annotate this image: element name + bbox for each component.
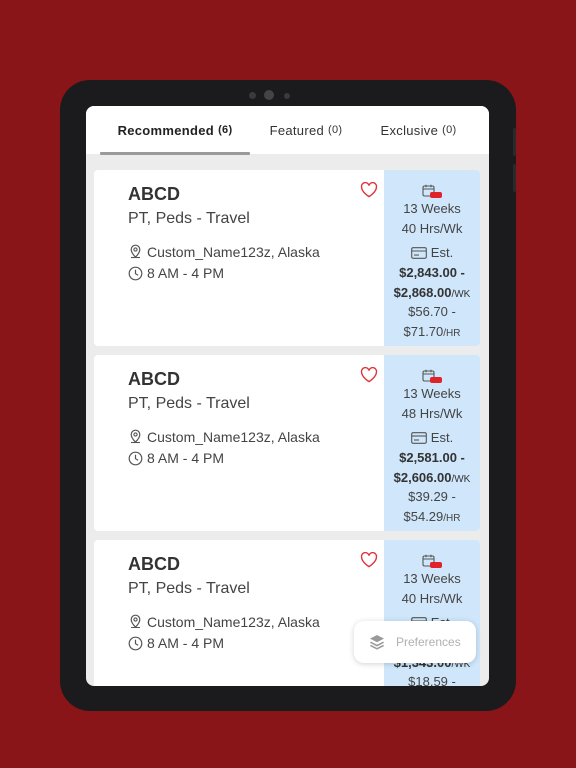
weekly-unit: /WK (451, 289, 471, 300)
preferences-button[interactable]: Preferences (354, 621, 476, 663)
hourly-pay-low: $56.70 - (408, 304, 456, 319)
job-title: ABCD (128, 369, 180, 389)
tab-count: (0) (328, 124, 343, 136)
contract-weeks: 13 Weeks (403, 386, 461, 401)
contract-hours: 48 Hrs/Wk (401, 406, 463, 421)
hourly-unit: /HR (443, 328, 461, 339)
contract-weeks: 13 Weeks (403, 201, 461, 216)
job-subtitle: PT, Peds - Travel (128, 395, 250, 412)
location-pin-icon (130, 614, 141, 629)
job-shift: 8 AM - 4 PM (128, 635, 224, 651)
job-shift: 8 AM - 4 PM (128, 450, 224, 466)
tab-label: Featured (269, 122, 325, 138)
heart-outline-icon[interactable] (360, 182, 378, 198)
job-details: ABCD PT, Peds - Travel Custom_Name123z, … (94, 540, 384, 686)
hourly-unit: /HR (443, 513, 461, 524)
contract-hours: 40 Hrs/Wk (401, 221, 463, 236)
heart-outline-icon[interactable] (360, 367, 378, 383)
job-card[interactable]: ABCD PT, Peds - Travel Custom_Name123z, … (94, 540, 480, 686)
active-tab-indicator (100, 152, 250, 155)
tab-count: (6) (218, 124, 233, 136)
job-title: ABCD (128, 184, 180, 204)
weekly-pay-high-value: $2,868.00 (393, 285, 452, 300)
pay-panel: 13 Weeks 40 Hrs/Wk Est. $1,343.00/WK $18… (384, 540, 480, 686)
weekly-unit: /WK (451, 474, 471, 485)
hourly-pay-low: $18.59 - (408, 674, 456, 686)
sensor-dot (284, 93, 290, 99)
preferences-label: Preferences (396, 635, 461, 649)
calendar-start-icon (422, 369, 442, 383)
job-location: Custom_Name123z, Alaska (128, 244, 320, 260)
hourly-pay-low: $39.29 - (408, 489, 456, 504)
job-card[interactable]: ABCD PT, Peds - Travel Custom_Name123z, … (94, 355, 480, 531)
tab-label: Exclusive (380, 122, 439, 138)
clock-icon (128, 451, 143, 465)
job-details: ABCD PT, Peds - Travel Custom_Name123z, … (94, 355, 384, 531)
contract-weeks: 13 Weeks (403, 571, 461, 586)
location-text: Custom_Name123z, Alaska (147, 429, 320, 445)
hourly-pay-high-value: $71.70 (403, 324, 444, 339)
app-screen: Recommended (6) Featured (0) Exclusive (… (86, 106, 489, 686)
location-pin-icon (130, 429, 141, 444)
clock-icon (128, 266, 143, 280)
camera-dot (249, 92, 256, 99)
shift-text: 8 AM - 4 PM (147, 450, 225, 466)
estimate-label: Est. (384, 430, 480, 445)
pay-panel: 13 Weeks 40 Hrs/Wk Est. $2,843.00 - $2,8… (384, 170, 480, 346)
location-text: Custom_Name123z, Alaska (147, 244, 320, 260)
calendar-start-icon (422, 184, 442, 198)
contract-hours: 40 Hrs/Wk (401, 591, 463, 606)
tab-label: Recommended (117, 122, 215, 138)
weekly-pay-low: $2,581.00 - (399, 450, 465, 465)
shift-text: 8 AM - 4 PM (147, 635, 225, 651)
heart-outline-icon[interactable] (360, 552, 378, 568)
est-text: Est. (430, 245, 454, 260)
job-location: Custom_Name123z, Alaska (128, 429, 320, 445)
weekly-pay-high: $2,868.00/WK (384, 285, 480, 300)
job-card[interactable]: ABCD PT, Peds - Travel Custom_Name123z, … (94, 170, 480, 346)
job-subtitle: PT, Peds - Travel (128, 580, 250, 597)
job-location: Custom_Name123z, Alaska (128, 614, 320, 630)
tab-count: (0) (442, 124, 457, 136)
shift-text: 8 AM - 4 PM (147, 265, 225, 281)
location-text: Custom_Name123z, Alaska (147, 614, 320, 630)
volume-button (513, 128, 516, 156)
job-details: ABCD PT, Peds - Travel Custom_Name123z, … (94, 170, 384, 346)
job-title: ABCD (128, 554, 180, 574)
est-text: Est. (430, 430, 454, 445)
job-subtitle: PT, Peds - Travel (128, 210, 250, 227)
layers-icon (370, 635, 384, 650)
estimate-label: Est. (384, 245, 480, 260)
money-card-icon (410, 247, 427, 259)
volume-button (513, 164, 516, 192)
location-pin-icon (130, 244, 141, 259)
job-shift: 8 AM - 4 PM (128, 265, 224, 281)
pay-panel: 13 Weeks 48 Hrs/Wk Est. $2,581.00 - $2,6… (384, 355, 480, 531)
tab-recommended[interactable]: Recommended (6) (86, 106, 264, 154)
tab-exclusive[interactable]: Exclusive (0) (348, 106, 489, 154)
tab-featured[interactable]: Featured (0) (264, 106, 348, 154)
hourly-pay-high-value: $54.29 (403, 509, 444, 524)
hourly-pay-high: $71.70/HR (384, 324, 480, 339)
tab-bar: Recommended (6) Featured (0) Exclusive (… (86, 106, 489, 155)
weekly-pay-high: $2,606.00/WK (384, 470, 480, 485)
camera-lens (264, 90, 274, 100)
hourly-pay-high: $54.29/HR (384, 509, 480, 524)
clock-icon (128, 636, 143, 650)
money-card-icon (410, 432, 427, 444)
weekly-pay-low: $2,843.00 - (399, 265, 465, 280)
calendar-start-icon (422, 554, 442, 568)
weekly-pay-high-value: $2,606.00 (393, 470, 452, 485)
